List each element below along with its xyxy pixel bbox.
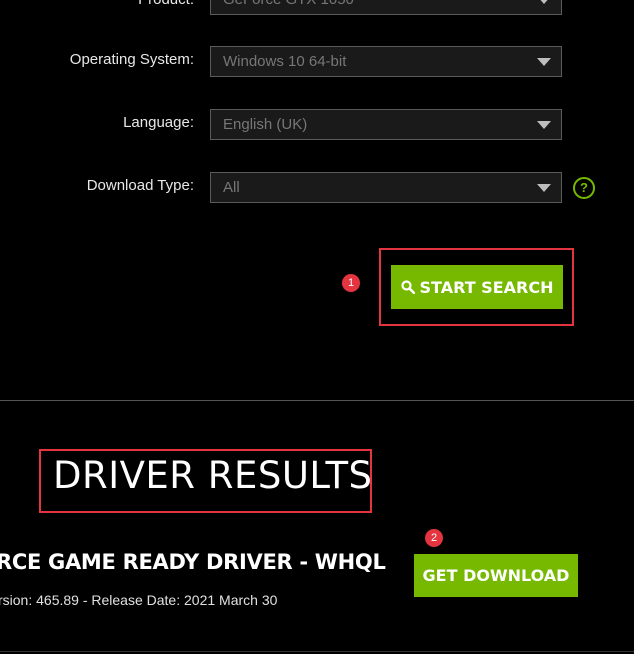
download-type-label: Download Type: <box>86 177 194 194</box>
chevron-down-icon <box>537 0 551 4</box>
chevron-down-icon <box>537 58 551 66</box>
bottom-divider <box>0 651 634 652</box>
os-select[interactable]: Windows 10 64-bit <box>210 46 562 77</box>
chevron-down-icon <box>537 184 551 192</box>
language-value: English (UK) <box>223 116 308 133</box>
start-search-label: START SEARCH <box>419 277 554 297</box>
section-divider <box>0 400 634 401</box>
step-badge-2: 2 <box>425 529 443 547</box>
get-download-button[interactable]: GET DOWNLOAD <box>414 554 578 597</box>
download-type-value: All <box>223 179 240 196</box>
os-label: Operating System: <box>69 51 194 68</box>
product-value: GeForce GTX 1050 <box>223 0 354 8</box>
step-badge-1: 1 <box>342 274 360 292</box>
get-download-label: GET DOWNLOAD <box>422 566 570 585</box>
download-type-select[interactable]: All <box>210 172 562 203</box>
product-select[interactable]: GeForce GTX 1050 <box>210 0 562 15</box>
language-select[interactable]: English (UK) <box>210 109 562 140</box>
help-icon[interactable]: ? <box>573 177 595 199</box>
driver-title: RCE GAME READY DRIVER - WHQL <box>0 550 386 574</box>
driver-meta: rsion: 465.89 - Release Date: 2021 March… <box>0 592 278 608</box>
language-label: Language: <box>123 114 194 131</box>
driver-results-heading: DRIVER RESULTS <box>53 454 373 497</box>
product-label: Product: <box>138 0 194 8</box>
chevron-down-icon <box>537 121 551 129</box>
start-search-button[interactable]: START SEARCH <box>391 265 563 309</box>
search-icon <box>400 280 415 294</box>
os-value: Windows 10 64-bit <box>223 53 347 70</box>
